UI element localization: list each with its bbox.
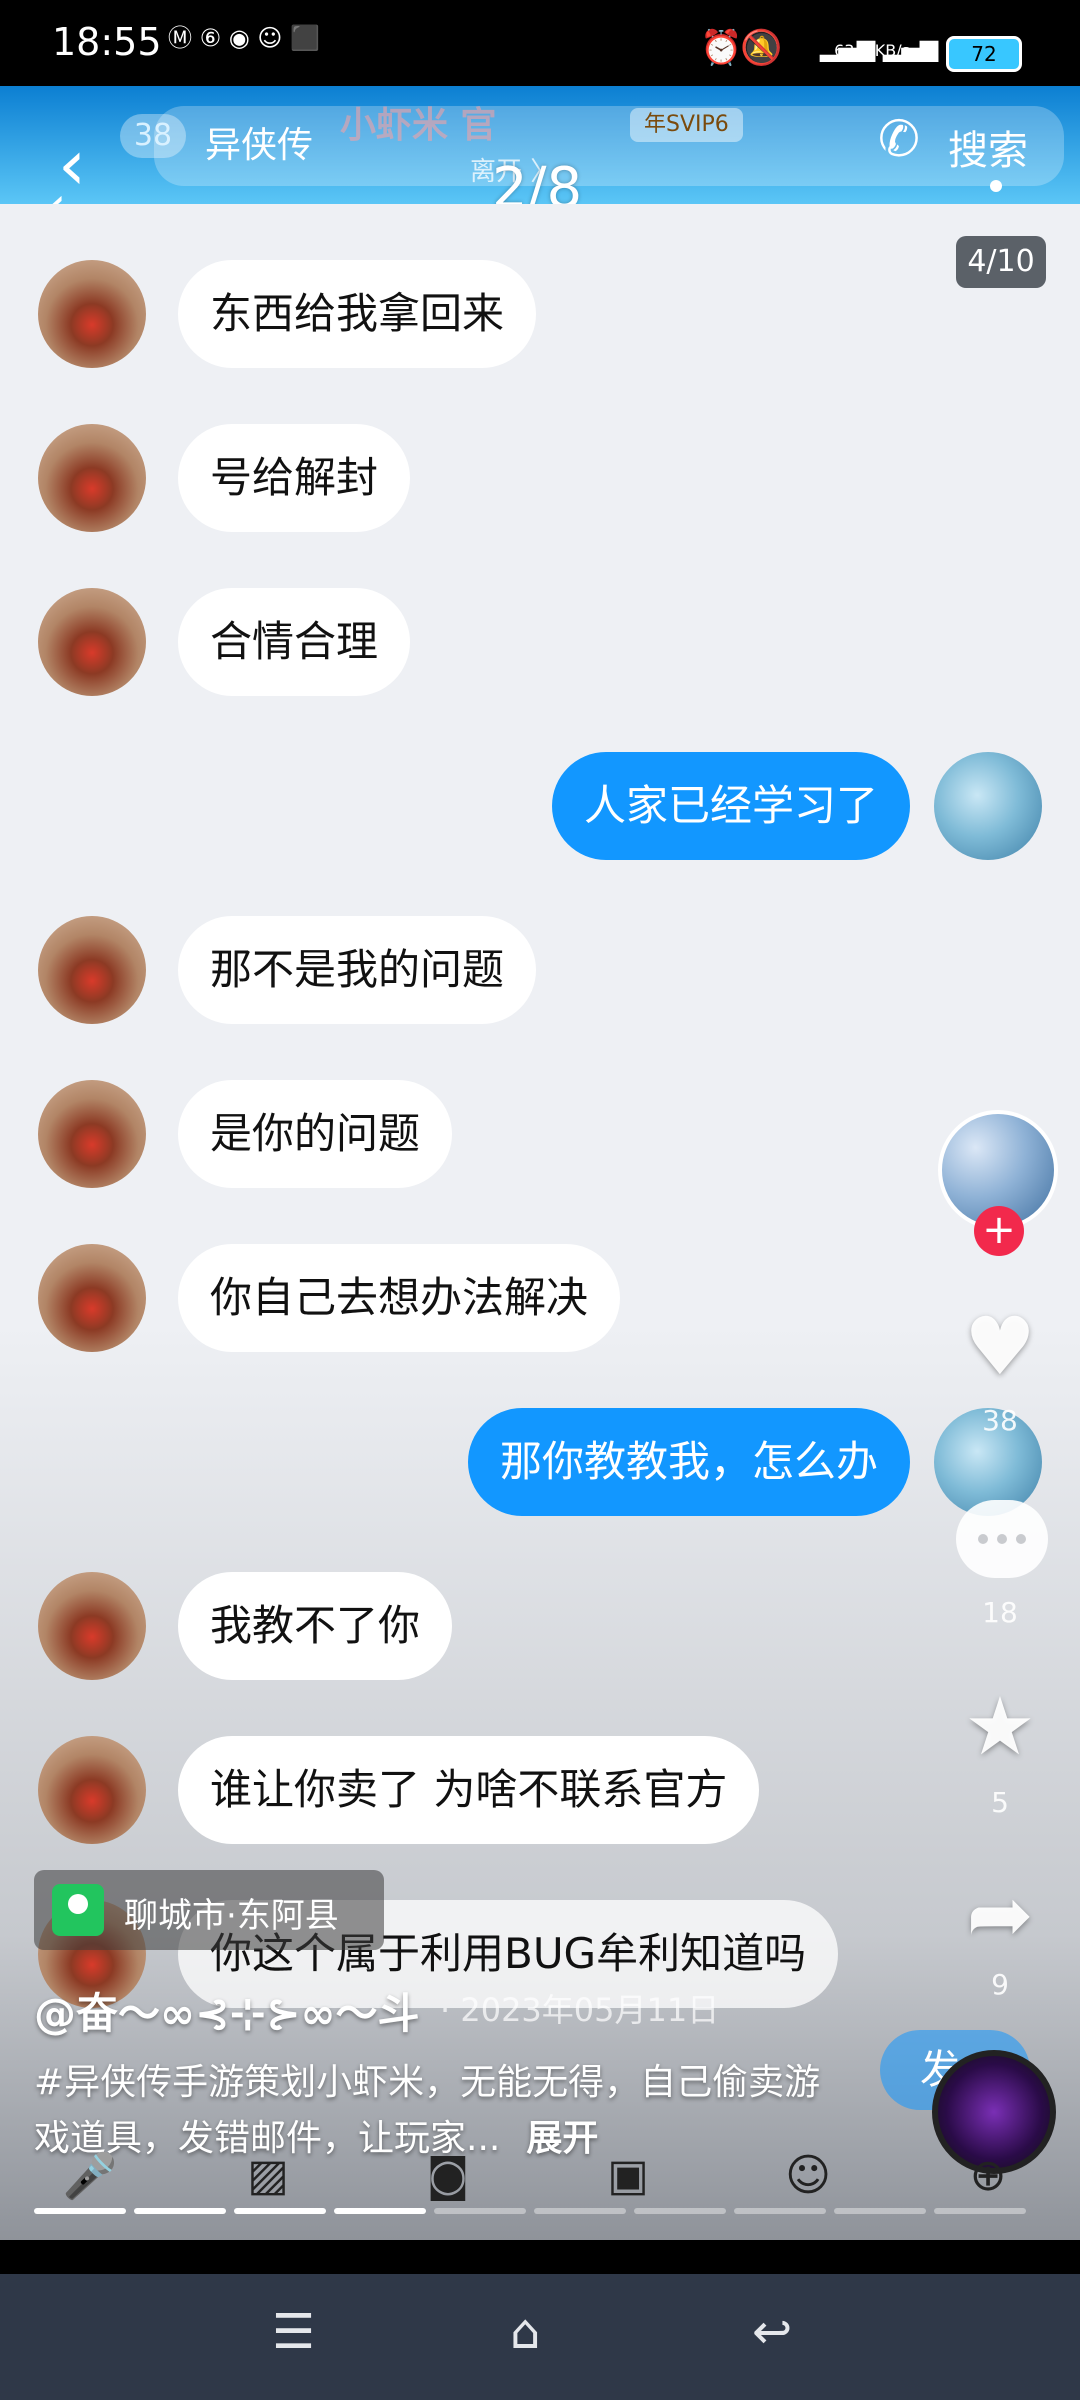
contact-name: 小虾米 官: [340, 105, 497, 146]
app-notification-icons: Ⓜ ⑥ ◉ ☺ ⬛: [168, 24, 320, 52]
message-bubble-self[interactable]: 人家已经学习了: [551, 752, 910, 860]
favorite-count: 5: [991, 1786, 1009, 1819]
message-bubble[interactable]: 我教不了你: [178, 1572, 453, 1680]
message-bubble[interactable]: 号给解封: [178, 424, 411, 532]
message-row: 是你的问题: [0, 1080, 1080, 1190]
message-row: 你自己去想办法解决: [0, 1244, 1080, 1354]
contact-avatar[interactable]: [38, 916, 146, 1024]
mic-icon[interactable]: 🎤: [60, 2150, 120, 2206]
alarm-icon: ⏰: [700, 28, 743, 68]
location-tag[interactable]: 聊城市·东阿县: [34, 1870, 384, 1950]
message-row: 那不是我的问题: [0, 916, 1080, 1026]
progress-segment: [834, 2208, 926, 2214]
contact-avatar[interactable]: [38, 1572, 146, 1680]
menu-icon[interactable]: ☰: [272, 2304, 315, 2360]
location-text: 聊城市·东阿县: [124, 1896, 339, 1936]
progress-segment: [134, 2208, 226, 2214]
comment-icon[interactable]: [956, 1500, 1048, 1578]
plus-icon[interactable]: ⊕: [958, 2150, 1018, 2206]
contact-avatar[interactable]: [38, 588, 146, 696]
message-bubble[interactable]: 你自己去想办法解决: [178, 1244, 621, 1352]
self-avatar[interactable]: [934, 752, 1042, 860]
message-row: 人家已经学习了: [0, 752, 1080, 862]
contact-avatar[interactable]: [38, 1736, 146, 1844]
message-bubble[interactable]: 合情合理: [178, 588, 411, 696]
progress-segment: [734, 2208, 826, 2214]
battery-indicator: 72: [946, 36, 1022, 72]
progress-segment: [634, 2208, 726, 2214]
back-nav-icon[interactable]: ↩: [752, 2304, 792, 2360]
contact-avatar[interactable]: [38, 1244, 146, 1352]
message-row: 东西给我拿回来: [0, 260, 1080, 370]
image-icon[interactable]: ▨: [238, 2150, 298, 2206]
share-icon[interactable]: ➦: [950, 1868, 1050, 1961]
message-bubble-self[interactable]: 那你教教我，怎么办: [467, 1408, 910, 1516]
comment-count: 18: [982, 1596, 1018, 1629]
heart-icon[interactable]: ♥: [950, 1300, 1050, 1393]
message-bubble[interactable]: 是你的问题: [178, 1080, 453, 1188]
author-name[interactable]: @奋〜∞⊰⊹⊱∞〜斗: [34, 1980, 420, 2041]
chat-header: ‹ 38 异侠传 小虾米 官 年SVIP6 离开 〉 ✆ 搜索 ‹ 2/8: [0, 86, 1080, 237]
follow-button[interactable]: +: [974, 1206, 1024, 1256]
emoji-icon[interactable]: ☺: [778, 2150, 838, 2206]
message-bubble[interactable]: 东西给我拿回来: [178, 260, 537, 368]
message-row: 谁让你卖了 为啥不联系官方: [0, 1736, 1080, 1846]
search-button[interactable]: 搜索: [948, 118, 1028, 176]
share-count: 9: [991, 1968, 1009, 2001]
unread-badge[interactable]: 38: [120, 114, 186, 158]
more-menu-icon[interactable]: [990, 180, 1002, 192]
progress-segment: [234, 2208, 326, 2214]
camera-icon[interactable]: ◙: [418, 2150, 478, 2206]
red-packet-icon[interactable]: ▣: [598, 2150, 658, 2206]
contact-avatar[interactable]: [38, 260, 146, 368]
search-query[interactable]: 异侠传: [205, 116, 313, 168]
status-time: 18:55: [52, 20, 162, 64]
message-row: 号给解封: [0, 424, 1080, 534]
progress-segment: [534, 2208, 626, 2214]
phone-icon[interactable]: ✆: [878, 110, 920, 168]
mute-icon: 🔕: [740, 28, 783, 68]
signal-icon: ▂▄▆ ▂▄▆: [820, 34, 939, 62]
progress-segment: [434, 2208, 526, 2214]
post-date: · 2023年05月11日: [440, 1991, 720, 2029]
message-row: 我教不了你: [0, 1572, 1080, 1682]
chat-toolbar: 🎤 ▨ ◙ ▣ ☺ ⊕: [0, 2150, 1080, 2210]
progress-segment: [34, 2208, 126, 2214]
progress-segment: [934, 2208, 1026, 2214]
photo-progress: [34, 2208, 1044, 2214]
message-bubble[interactable]: 谁让你卖了 为啥不联系官方: [178, 1736, 760, 1844]
message-row: 合情合理: [0, 588, 1080, 698]
message-bubble[interactable]: 那不是我的问题: [178, 916, 537, 1024]
contact-avatar[interactable]: [38, 1080, 146, 1188]
like-count: 38: [982, 1404, 1018, 1437]
svip-badge: 年SVIP6: [630, 108, 743, 142]
system-navigation-bar: ☰ ⌂ ↩: [0, 2274, 1080, 2400]
star-icon[interactable]: ★: [950, 1680, 1050, 1773]
description-text: #异侠传手游策划小虾米，无能无得，自己偷卖游戏道具，发错邮件，让玩家...: [34, 2062, 821, 2159]
progress-segment: [334, 2208, 426, 2214]
location-pin-icon: [52, 1884, 104, 1936]
contact-avatar[interactable]: [38, 424, 146, 532]
status-bar: 18:55 Ⓜ ⑥ ◉ ☺ ⬛ ⏰ 🔕 63.1 KB/s ▂▄▆ ▂▄▆ 72: [0, 0, 1080, 86]
divider: [0, 2240, 1080, 2274]
message-row: 那你教教我，怎么办: [0, 1408, 1080, 1518]
home-icon[interactable]: ⌂: [510, 2304, 540, 2360]
